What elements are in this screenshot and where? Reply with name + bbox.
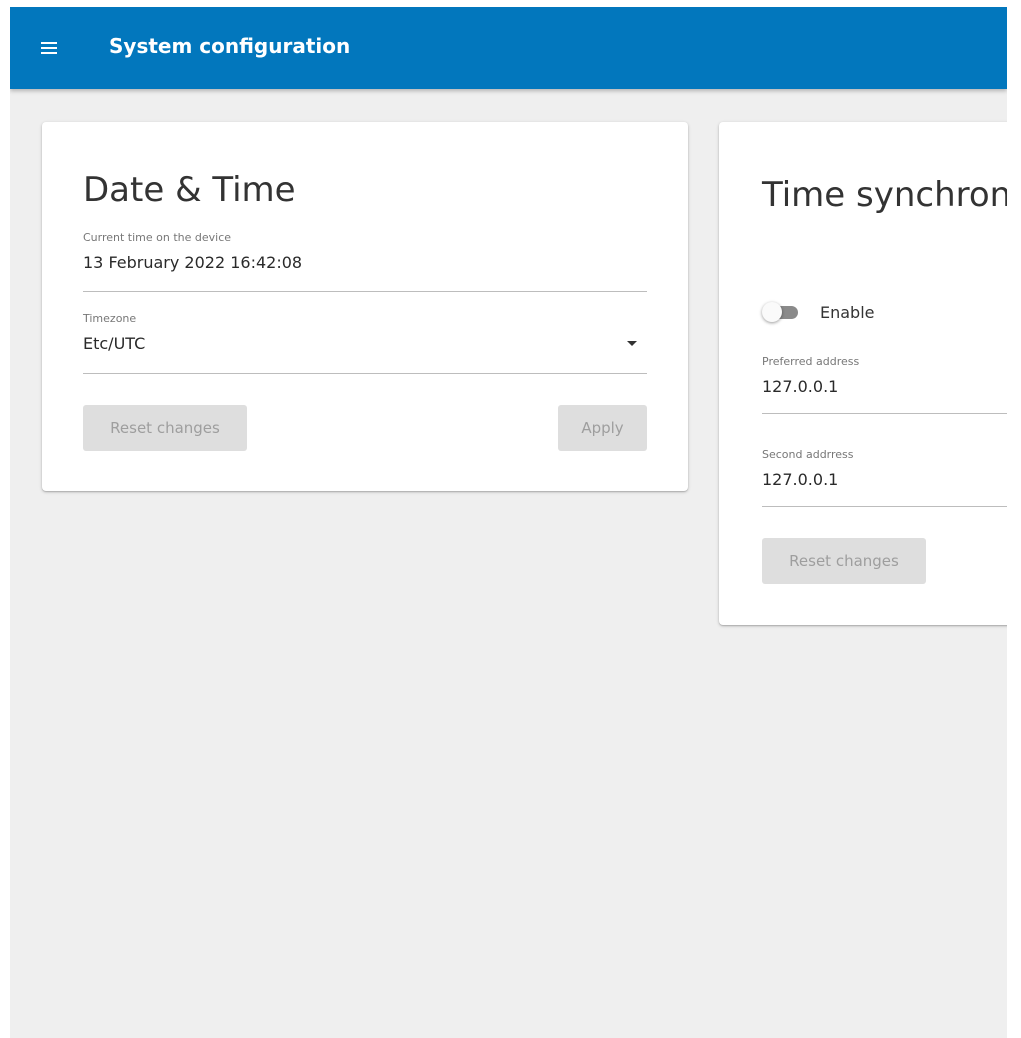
ntp-card: Time synchronization NTP Enable Preferre…: [719, 122, 1007, 625]
current-time-field: Current time on the device 13 February 2…: [83, 231, 647, 292]
preferred-address-label: Preferred address: [762, 355, 860, 368]
menu-icon[interactable]: [34, 33, 64, 63]
timezone-value: Etc/UTC: [83, 334, 146, 353]
menu-icon-bar-top: [41, 42, 57, 44]
enable-label: Enable: [820, 303, 875, 322]
page-title: System configuration: [109, 34, 351, 58]
current-time-value: 13 February 2022 16:42:08: [83, 253, 303, 272]
second-address-label: Second addrress: [762, 448, 854, 461]
app-bar: System configuration: [10, 7, 1007, 89]
apply-button[interactable]: Apply: [558, 405, 647, 451]
date-time-card-title: Date & Time: [83, 170, 296, 210]
dropdown-arrow-icon[interactable]: [627, 341, 637, 346]
timezone-select[interactable]: Timezone Etc/UTC: [83, 312, 647, 374]
preferred-address-value: 127.0.0.1: [762, 377, 839, 396]
reset-changes-button[interactable]: Reset changes: [83, 405, 247, 451]
second-address-field[interactable]: Second addrress 127.0.0.1: [762, 448, 1007, 507]
current-time-label: Current time on the device: [83, 231, 232, 244]
ntp-reset-changes-button[interactable]: Reset changes: [762, 538, 926, 584]
date-time-card: Date & Time Current time on the device 1…: [42, 122, 688, 491]
timezone-label: Timezone: [83, 312, 137, 325]
ntp-card-title: Time synchronization NTP: [762, 175, 1007, 215]
second-address-value: 127.0.0.1: [762, 470, 839, 489]
toggle-thumb: [762, 302, 782, 322]
preferred-address-field[interactable]: Preferred address 127.0.0.1: [762, 355, 1007, 414]
menu-icon-bar-middle: [41, 47, 57, 49]
enable-ntp-toggle[interactable]: [762, 300, 802, 324]
app-viewport: System configuration Date & Time Current…: [10, 7, 1007, 1038]
menu-icon-bar-bottom: [41, 52, 57, 54]
